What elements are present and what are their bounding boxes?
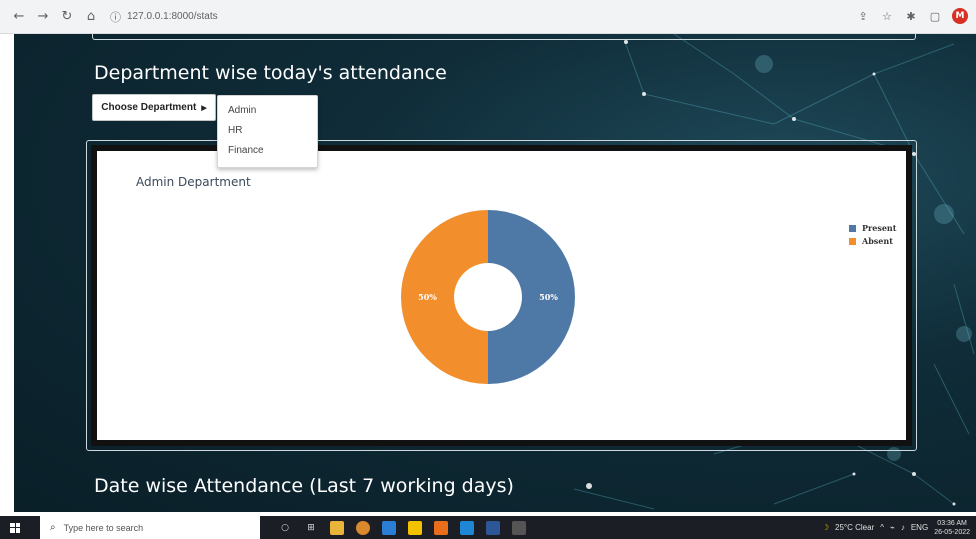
donut-slice-absent[interactable] <box>401 210 488 384</box>
legend-label-absent: Absent <box>862 236 893 246</box>
windows-icon <box>10 522 20 533</box>
extensions-icon[interactable]: ✱ <box>904 10 918 23</box>
info-icon[interactable]: ⓘ <box>110 9 121 25</box>
start-button[interactable] <box>0 516 30 539</box>
legend-swatch-absent <box>849 237 856 245</box>
dropdown-item-hr[interactable]: HR <box>218 121 317 141</box>
file-explorer-icon[interactable] <box>330 520 344 535</box>
section-title-date-attendance: Date wise Attendance (Last 7 working day… <box>94 475 514 497</box>
clock[interactable]: 03:36 AM 26-05-2022 <box>934 519 970 537</box>
chrome-icon[interactable] <box>356 520 370 535</box>
chevron-up-icon[interactable]: ^ <box>880 523 884 532</box>
section-title-department-attendance: Department wise today's attendance <box>94 62 447 84</box>
store-icon[interactable] <box>382 520 396 535</box>
dropdown-item-finance[interactable]: Finance <box>218 141 317 161</box>
taskbar-search[interactable]: ⌕ Type here to search <box>40 516 260 539</box>
task-view-icon[interactable]: ○ <box>278 521 292 535</box>
widgets-icon[interactable]: ⊞ <box>304 521 318 535</box>
clock-date: 26-05-2022 <box>934 528 970 536</box>
home-icon[interactable]: ⌂ <box>82 8 100 26</box>
chart-card: Admin Department 50% 50% Present Absent <box>86 140 917 451</box>
bookmark-star-icon[interactable]: ☆ <box>880 10 894 23</box>
url-text[interactable]: 127.0.0.1:8000/stats <box>127 11 218 22</box>
legend-label-present: Present <box>862 223 897 233</box>
slice-label-present: 50% <box>539 292 558 302</box>
department-dropdown-menu: Admin HR Finance <box>217 95 318 168</box>
chart-legend: Present Absent <box>849 223 896 249</box>
browser-toolbar: ← → ↻ ⌂ ⓘ 127.0.0.1:8000/stats ⇪ ☆ ✱ ▢ M <box>0 0 976 34</box>
sublime-icon[interactable] <box>434 520 448 535</box>
donut-slice-present[interactable] <box>488 210 575 384</box>
taskbar: ⌕ Type here to search ○ ⊞ ☽ 25°C Clear ^… <box>0 516 976 539</box>
search-icon: ⌕ <box>50 522 56 533</box>
address-bar[interactable]: ⓘ 127.0.0.1:8000/stats <box>110 9 218 25</box>
reload-icon[interactable]: ↻ <box>58 8 76 26</box>
slice-label-absent: 50% <box>418 292 437 302</box>
page-content: Department wise today's attendance Choos… <box>14 34 976 512</box>
dropdown-item-admin[interactable]: Admin <box>218 101 317 121</box>
choose-department-button[interactable]: Choose Department ▶ <box>92 94 216 121</box>
search-placeholder: Type here to search <box>63 522 144 533</box>
legend-swatch-present <box>849 224 856 232</box>
sidebar-icon[interactable]: ▢ <box>928 10 942 23</box>
donut-chart: 50% 50% <box>401 210 575 384</box>
legend-item-absent[interactable]: Absent <box>849 236 896 246</box>
moon-icon: ☽ <box>821 523 830 532</box>
word-icon[interactable] <box>486 520 500 535</box>
volume-icon[interactable]: ♪ <box>901 523 905 532</box>
terminal-icon[interactable] <box>512 520 526 535</box>
share-icon[interactable]: ⇪ <box>856 10 870 23</box>
network-icon[interactable]: ⌁ <box>890 523 895 532</box>
clock-time: 03:36 AM <box>937 519 967 527</box>
caret-right-icon: ▶ <box>201 104 207 112</box>
dropdown-label: Choose Department <box>101 102 197 113</box>
vscode-icon[interactable] <box>460 520 474 535</box>
weather-text[interactable]: 25°C Clear <box>835 523 874 532</box>
back-icon[interactable]: ← <box>10 8 28 26</box>
top-card-edge <box>92 34 916 40</box>
forward-icon[interactable]: → <box>34 8 52 26</box>
chart-area: Admin Department 50% 50% Present Absent <box>91 145 912 446</box>
language-indicator[interactable]: ENG <box>911 523 928 532</box>
sticky-notes-icon[interactable] <box>408 520 422 535</box>
profile-avatar[interactable]: M <box>952 8 968 24</box>
legend-item-present[interactable]: Present <box>849 223 896 233</box>
